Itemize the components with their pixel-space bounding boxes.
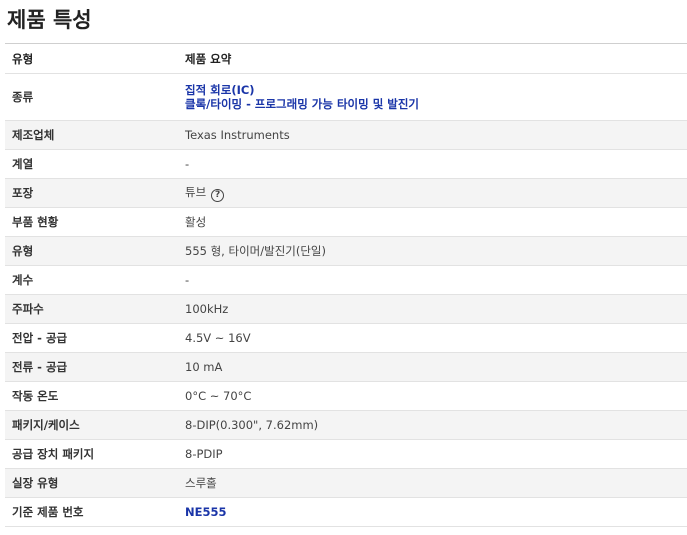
row-label: 주파수 xyxy=(12,302,44,316)
row-label: 부품 현황 xyxy=(12,215,59,229)
row-label: 종류 xyxy=(12,90,34,104)
row-label: 전압 - 공급 xyxy=(12,331,68,345)
row-value: 4.5V ~ 16V xyxy=(185,331,251,345)
table-row-frequency: 주파수 100kHz xyxy=(5,295,687,324)
row-value: Texas Instruments xyxy=(185,128,290,142)
row-value: - xyxy=(185,157,190,171)
packaging-value-wrap: 튜브? xyxy=(185,184,683,202)
row-label: 유형 xyxy=(12,244,34,258)
category-link-timing[interactable]: 클록/타이밍 - 프로그래밍 가능 타이밍 및 발진기 xyxy=(185,97,683,111)
row-label: 전류 - 공급 xyxy=(12,360,68,374)
header-summary-label: 제품 요약 xyxy=(185,51,232,66)
category-links: 집적 회로(IC) 클록/타이밍 - 프로그래밍 가능 타이밍 및 발진기 xyxy=(185,83,683,111)
row-label: 계열 xyxy=(12,157,34,171)
row-label: 패키지/케이스 xyxy=(12,418,80,432)
header-type-label: 유형 xyxy=(12,51,34,66)
product-attributes-table: 유형 제품 요약 종류 집적 회로(IC) 클록/타이밍 - 프로그래밍 가능 … xyxy=(5,43,687,527)
row-value: 활성 xyxy=(185,215,207,229)
table-row-supplier-package: 공급 장치 패키지 8-PDIP xyxy=(5,440,687,469)
table-row-voltage-supply: 전압 - 공급 4.5V ~ 16V xyxy=(5,324,687,353)
page-title: 제품 특성 xyxy=(7,8,92,32)
table-row-operating-temp: 작동 온도 0°C ~ 70°C xyxy=(5,382,687,411)
table-row-packaging: 포장 튜브? xyxy=(5,179,687,208)
row-value: - xyxy=(185,273,190,287)
table-row-current-supply: 전류 - 공급 10 mA xyxy=(5,353,687,382)
row-value: 555 형, 타이머/발진기(단일) xyxy=(185,244,326,258)
row-label: 제조업체 xyxy=(12,128,55,142)
row-value: 8-DIP(0.300", 7.62mm) xyxy=(185,418,319,432)
row-label: 실장 유형 xyxy=(12,476,59,490)
row-value: 10 mA xyxy=(185,360,223,374)
base-part-number-link[interactable]: NE555 xyxy=(185,505,683,519)
table-row-count: 계수 - xyxy=(5,266,687,295)
row-value: 스루홀 xyxy=(185,476,217,490)
row-label: 작동 온도 xyxy=(12,389,59,403)
table-row-package-case: 패키지/케이스 8-DIP(0.300", 7.62mm) xyxy=(5,411,687,440)
table-row-part-status: 부품 현황 활성 xyxy=(5,208,687,237)
table-row-base-part-number: 기준 제품 번호 NE555 xyxy=(5,498,687,527)
row-label: 공급 장치 패키지 xyxy=(12,447,95,461)
table-row-manufacturer: 제조업체 Texas Instruments xyxy=(5,121,687,150)
table-header-row: 유형 제품 요약 xyxy=(5,44,687,74)
row-value: 튜브 xyxy=(185,185,207,199)
category-link-ic[interactable]: 집적 회로(IC) xyxy=(185,83,683,97)
row-value: 100kHz xyxy=(185,302,229,316)
table-row-type: 유형 555 형, 타이머/발진기(단일) xyxy=(5,237,687,266)
row-label: 계수 xyxy=(12,273,34,287)
row-value: 8-PDIP xyxy=(185,447,223,461)
table-row-series: 계열 - xyxy=(5,150,687,179)
question-circle-icon[interactable]: ? xyxy=(211,189,225,202)
row-label: 포장 xyxy=(12,186,34,200)
table-row-mounting-type: 실장 유형 스루홀 xyxy=(5,469,687,498)
row-label: 기준 제품 번호 xyxy=(12,505,84,519)
table-row-category: 종류 집적 회로(IC) 클록/타이밍 - 프로그래밍 가능 타이밍 및 발진기 xyxy=(5,74,687,121)
row-value: 0°C ~ 70°C xyxy=(185,389,252,403)
